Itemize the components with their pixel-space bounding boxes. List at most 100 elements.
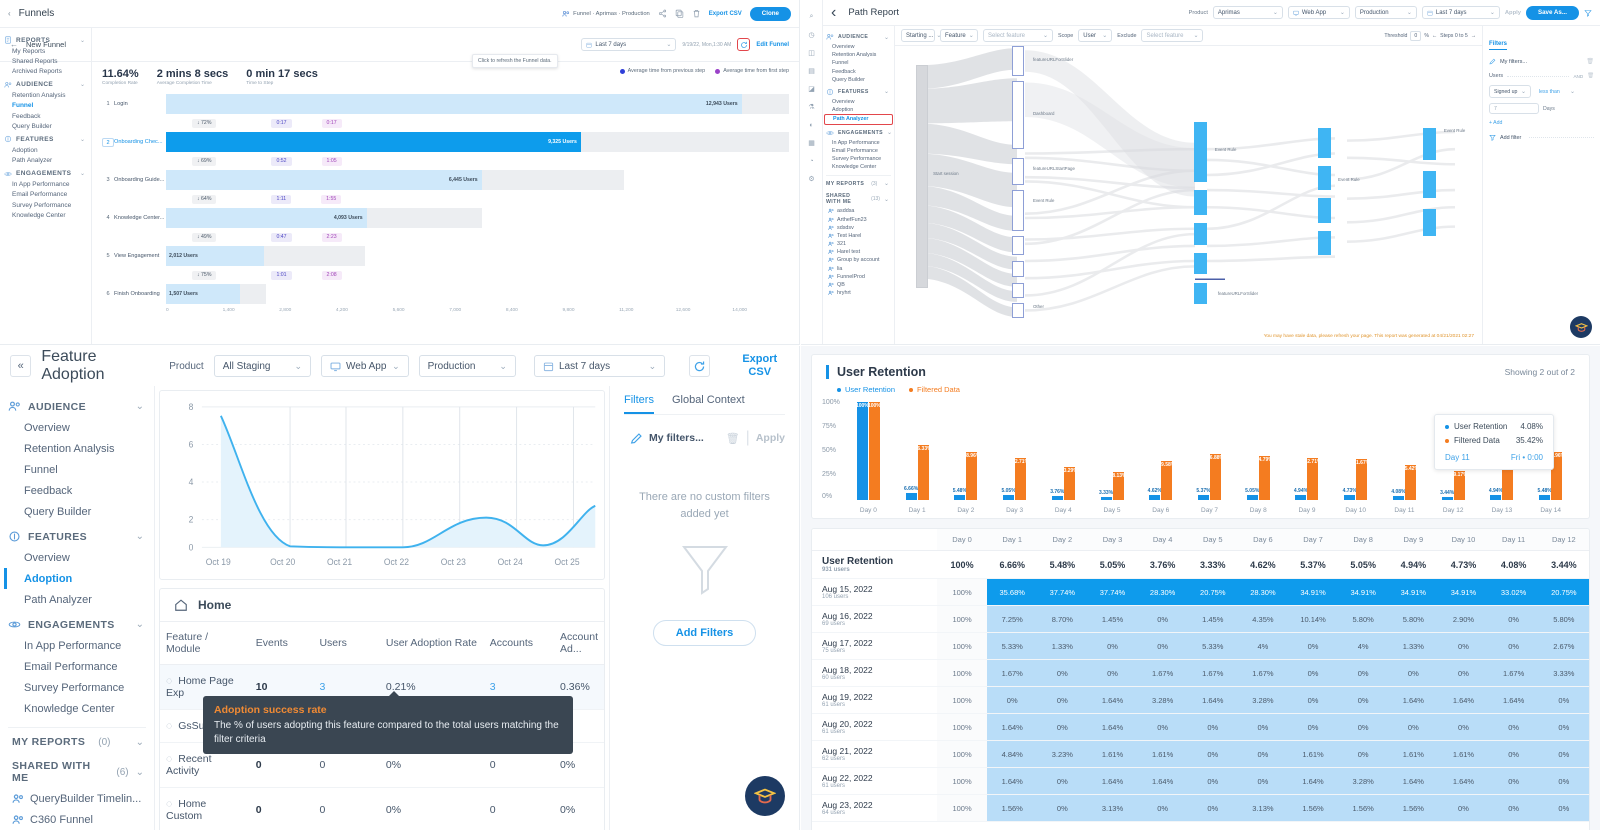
col-day-2[interactable]: Day 2 bbox=[1037, 529, 1088, 551]
sankey-node[interactable] bbox=[1194, 222, 1208, 245]
delete-icon[interactable]: 🗑 bbox=[1587, 73, 1594, 79]
sidebar-section-engagements[interactable]: ENGAGEMENTS ⌄ bbox=[2, 166, 89, 180]
col-feature[interactable]: Feature / Module bbox=[160, 621, 250, 665]
sankey-node[interactable] bbox=[1194, 252, 1208, 275]
flask-icon[interactable]: ⚗ bbox=[801, 98, 822, 116]
col-day-0[interactable]: Day 0 bbox=[937, 529, 988, 551]
sidebar-item-feedback[interactable]: Feedback bbox=[2, 111, 89, 121]
bar-filtered-data[interactable]: 28.13% bbox=[1110, 472, 1127, 500]
sidebar-section-features[interactable]: FEATURES ⌄ bbox=[4, 522, 150, 547]
sidebar-item-knowledge-center[interactable]: Knowledge Center bbox=[824, 163, 893, 171]
table-row[interactable]: Aug 18, 2022 60 users 100% 1.67% 0% 0% 1.67% 1.… bbox=[812, 659, 1589, 687]
copy-icon[interactable] bbox=[675, 5, 684, 23]
my-reports-section[interactable]: MY REPORTS (0) ⌄ bbox=[4, 728, 150, 752]
sidebar-item-overview[interactable]: Overview bbox=[824, 98, 893, 106]
sidebar-item-retention-analysis[interactable]: Retention Analysis bbox=[4, 438, 150, 459]
bar-filtered-data[interactable]: 39.58% bbox=[1158, 461, 1175, 500]
funnel-step-row[interactable]: 6 Finish Onboarding 1,507 Users bbox=[102, 284, 789, 304]
col-events[interactable]: Events bbox=[249, 621, 314, 665]
product-select[interactable]: Aprimas ⌄ bbox=[1212, 6, 1283, 19]
sidebar-item-shared-reports[interactable]: Shared Reports bbox=[2, 56, 89, 66]
tab-global-context[interactable]: Global Context bbox=[672, 394, 745, 414]
sankey-node[interactable] bbox=[1012, 303, 1025, 318]
sidebar-item-path-analyzer[interactable]: Path Analyzer bbox=[4, 589, 150, 610]
col-day-12[interactable]: Day 12 bbox=[1538, 529, 1589, 551]
sidebar-item-my-reports[interactable]: My Reports bbox=[2, 46, 89, 56]
shared-report-item[interactable]: asddsa bbox=[824, 207, 893, 215]
clone-button[interactable]: Clone bbox=[749, 6, 791, 21]
bar-group[interactable]: 4.08% 35.42% bbox=[1380, 402, 1429, 500]
sidebar-item-overview[interactable]: Overview bbox=[4, 547, 150, 568]
env-select[interactable]: Production ⌄ bbox=[418, 355, 516, 377]
col-day-10[interactable]: Day 10 bbox=[1438, 529, 1489, 551]
bar-filtered-data[interactable]: 42.71% bbox=[1304, 458, 1321, 500]
sidebar-section-engagements[interactable]: ENGAGEMENTS ⌄ bbox=[4, 610, 150, 635]
gear-icon[interactable]: ⚙ bbox=[801, 170, 822, 188]
col-label[interactable] bbox=[812, 529, 937, 551]
bar-filtered-data[interactable]: 35.42% bbox=[1402, 465, 1419, 500]
sidebar-item-knowledge-center[interactable]: Knowledge Center bbox=[4, 698, 150, 719]
shared-report-item[interactable]: lia bbox=[824, 265, 893, 273]
sidebar-item-query-builder[interactable]: Query Builder bbox=[2, 121, 89, 131]
signed-up-select[interactable]: Signed up ⌄ bbox=[1489, 85, 1531, 98]
col-day-5[interactable]: Day 5 bbox=[1187, 529, 1238, 551]
bar-group[interactable]: 3.76% 33.29% bbox=[1039, 402, 1088, 500]
delete-icon[interactable] bbox=[692, 5, 701, 23]
col-user-adoption-rate[interactable]: User Adoption Rate bbox=[379, 621, 484, 665]
sankey-node[interactable] bbox=[1194, 122, 1208, 182]
briefcase-icon[interactable]: ▤ bbox=[801, 62, 822, 80]
date-range-select[interactable]: Last 7 days ⌄ bbox=[581, 38, 677, 51]
bar-user-retention[interactable]: 5.48% bbox=[1538, 488, 1552, 500]
bar-user-retention[interactable]: 5.37% bbox=[1196, 488, 1211, 500]
col-day-11[interactable]: Day 11 bbox=[1488, 529, 1539, 551]
add-filter-label[interactable]: Add filter bbox=[1500, 135, 1521, 141]
less-than-select[interactable]: less than ⌄ bbox=[1535, 86, 1579, 97]
sankey-node[interactable] bbox=[1317, 127, 1331, 158]
megaphone-icon[interactable]: ◐ bbox=[801, 116, 822, 134]
sankey-node[interactable] bbox=[1194, 190, 1208, 215]
sankey-node[interactable] bbox=[1012, 157, 1025, 185]
back-icon[interactable]: ‹ bbox=[831, 4, 836, 22]
table-row[interactable]: Aug 16, 2022 69 users 100% 7.25% 8.70% 1.45% 0… bbox=[812, 605, 1589, 633]
table-row[interactable]: ◌ Home Custom 0 0 0% 0 0% bbox=[160, 787, 604, 830]
sidebar-section-features[interactable]: FEATURES ⌄ bbox=[2, 131, 89, 145]
sidebar-item-adoption[interactable]: Adoption bbox=[4, 568, 150, 589]
sankey-node[interactable] bbox=[1012, 190, 1025, 231]
table-row[interactable]: Aug 17, 2022 75 users 100% 5.33% 1.33% 0% 0% 5.… bbox=[812, 632, 1589, 660]
bar-user-retention[interactable]: 5.48% bbox=[953, 488, 967, 500]
sankey-node[interactable] bbox=[1012, 81, 1025, 150]
sidebar-item-adoption[interactable]: Adoption bbox=[824, 106, 893, 114]
col-day-1[interactable]: Day 1 bbox=[987, 529, 1038, 551]
bar-filtered-data[interactable]: 42.71% bbox=[1012, 458, 1029, 500]
col-accounts[interactable]: Accounts bbox=[483, 621, 555, 665]
sidebar-item-email-performance[interactable]: Email Performance bbox=[2, 190, 89, 200]
select-feature-input[interactable]: Select feature ⌄ bbox=[983, 29, 1053, 42]
shared-report-item[interactable]: Test Harel bbox=[824, 232, 893, 240]
refresh-button[interactable] bbox=[689, 355, 711, 377]
sankey-node[interactable] bbox=[1317, 198, 1331, 223]
legend-item-filtered-data[interactable]: Filtered Data bbox=[909, 385, 960, 394]
my-filters-label[interactable]: My filters... bbox=[649, 432, 704, 444]
sidebar-item-in-app-performance[interactable]: In App Performance bbox=[2, 180, 89, 190]
product-select[interactable]: All Staging ⌄ bbox=[213, 355, 311, 377]
col-day-9[interactable]: Day 9 bbox=[1388, 529, 1439, 551]
export-csv-button[interactable]: Export CSV bbox=[709, 11, 742, 17]
my-reports-section[interactable]: MY REPORTS (3) ⌄ bbox=[824, 176, 893, 189]
sidebar-item-survey-performance[interactable]: Survey Performance bbox=[2, 200, 89, 210]
starting-select[interactable]: Starting ... ⌄ bbox=[901, 29, 941, 42]
bar-filtered-data[interactable]: 33.29% bbox=[1061, 467, 1078, 500]
table-row[interactable]: Aug 21, 2022 62 users 100% 4.84% 3.23% 1.61% 1… bbox=[812, 740, 1589, 768]
tab-filters[interactable]: Filters bbox=[624, 394, 654, 414]
sankey-node-start[interactable] bbox=[915, 65, 929, 289]
export-csv-button[interactable]: Export CSV bbox=[730, 353, 789, 378]
app-select[interactable]: Web App ⌄ bbox=[1287, 6, 1350, 19]
sidebar-item-knowledge-center[interactable]: Knowledge Center bbox=[2, 210, 89, 220]
and-operator[interactable]: AND bbox=[1573, 74, 1583, 79]
funnel-step-row[interactable]: 2 Onboarding Chec... 9,325 Users bbox=[102, 132, 789, 152]
search-icon[interactable]: ⌕ bbox=[801, 8, 822, 26]
date-range-select[interactable]: Last 7 days ⌄ bbox=[1421, 6, 1500, 19]
bar-filtered-data[interactable]: 48.96% bbox=[963, 452, 980, 500]
sankey-node[interactable] bbox=[1012, 46, 1025, 76]
feature-select[interactable]: Feature ⌄ bbox=[940, 29, 978, 42]
sankey-node[interactable] bbox=[1317, 165, 1331, 191]
